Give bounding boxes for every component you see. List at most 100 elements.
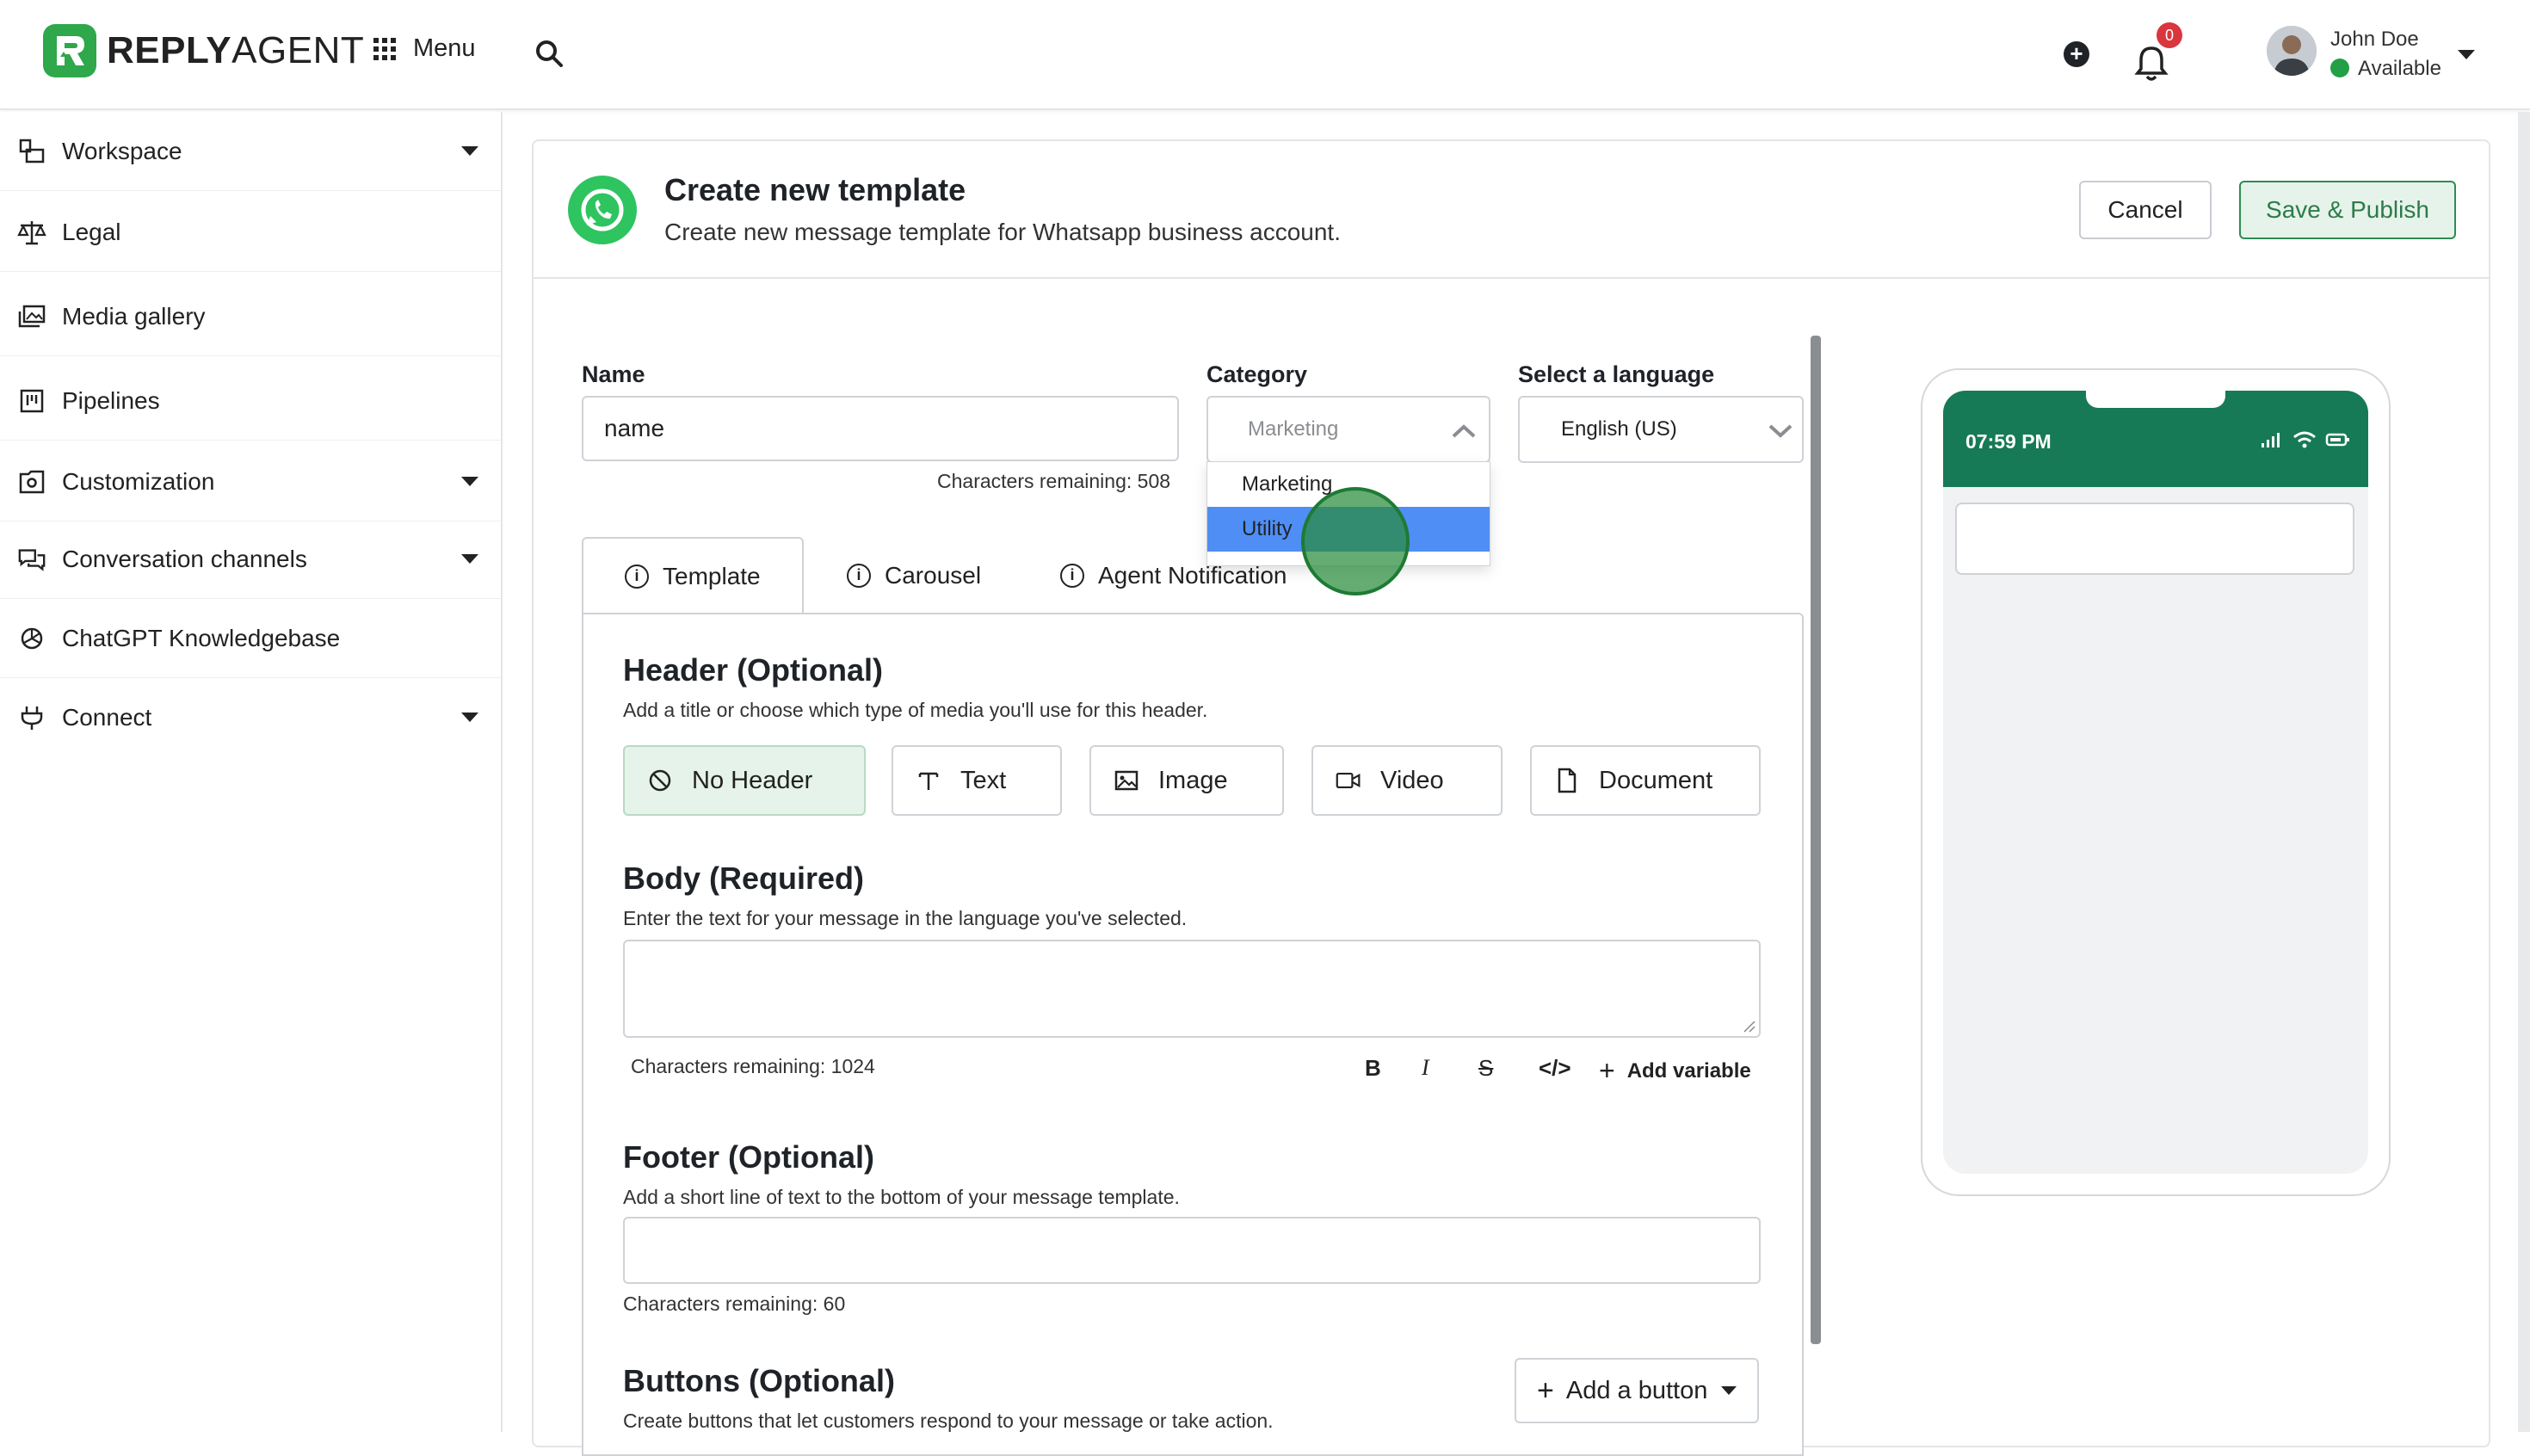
add-variable-label: Add variable xyxy=(1626,1058,1751,1083)
header-section-title: Header (Optional) xyxy=(623,652,884,688)
search-icon[interactable] xyxy=(534,38,568,72)
phone-time: 07:59 PM xyxy=(1965,430,2052,453)
plus-icon: + xyxy=(1537,1373,1554,1407)
menu-button[interactable]: Menu xyxy=(373,34,476,63)
phone-preview: 07:59 PM xyxy=(1921,368,2391,1196)
sidebar-item-label: Workspace xyxy=(62,137,182,164)
sidebar-item-label: Legal xyxy=(62,218,121,245)
cancel-button[interactable]: Cancel xyxy=(2079,181,2212,239)
page-subtitle: Create new message template for Whatsapp… xyxy=(664,219,1341,245)
text-header-button[interactable]: Text xyxy=(892,745,1062,816)
bold-icon[interactable]: B xyxy=(1365,1055,1381,1082)
code-icon[interactable]: </> xyxy=(1539,1055,1571,1082)
video-header-button[interactable]: Video xyxy=(1311,745,1503,816)
language-select-value: English (US) xyxy=(1561,417,1677,441)
video-icon xyxy=(1336,768,1361,793)
image-header-button[interactable]: Image xyxy=(1089,745,1284,816)
category-select-value: Marketing xyxy=(1248,417,1339,441)
user-name: John Doe xyxy=(2330,28,2419,51)
image-icon xyxy=(1114,768,1139,793)
tab-label: Carousel xyxy=(885,562,982,589)
phone-status-icons xyxy=(2260,430,2351,449)
phone-notch xyxy=(2086,391,2225,408)
name-label: Name xyxy=(582,361,645,387)
tab-label: Template xyxy=(663,563,761,589)
sidebar-item-pipelines[interactable]: Pipelines xyxy=(0,361,501,441)
category-select[interactable]: Marketing xyxy=(1206,396,1490,463)
tab-template[interactable]: i Template xyxy=(582,537,804,614)
top-bar: REPLYAGENT Menu + 0 John Doe Available xyxy=(0,0,2530,110)
page-scrollbar[interactable] xyxy=(2518,112,2530,1432)
save-publish-button[interactable]: Save & Publish xyxy=(2239,181,2456,239)
add-circle-icon[interactable]: + xyxy=(2064,41,2089,67)
battery-icon xyxy=(2325,433,2349,447)
name-input[interactable]: name xyxy=(582,396,1179,461)
add-button-dropdown[interactable]: + Add a button xyxy=(1515,1358,1759,1423)
document-header-button[interactable]: Document xyxy=(1530,745,1761,816)
info-icon: i xyxy=(625,565,649,589)
sidebar-item-customization[interactable]: Customization xyxy=(0,442,501,521)
italic-icon[interactable]: I xyxy=(1422,1055,1429,1081)
add-button-label: Add a button xyxy=(1565,1376,1708,1404)
sidebar-item-chatgpt-knowledgebase[interactable]: ChatGPT Knowledgebase xyxy=(0,599,501,678)
no-header-button[interactable]: No Header xyxy=(623,745,866,816)
sidebar: Workspace Legal Media gallery Pipelines … xyxy=(0,112,503,1432)
no-header-label: No Header xyxy=(692,766,813,794)
name-input-value: name xyxy=(604,415,665,441)
avatar[interactable] xyxy=(2267,26,2317,76)
strikethrough-icon[interactable]: S xyxy=(1478,1055,1493,1082)
wifi-icon xyxy=(2293,431,2316,448)
scale-icon xyxy=(17,218,46,247)
language-select[interactable]: English (US) xyxy=(1518,396,1804,463)
card-header: Create new template Create new message t… xyxy=(534,141,2489,279)
body-section-title: Body (Required) xyxy=(623,861,865,896)
buttons-section-subtitle: Create buttons that let customers respon… xyxy=(623,1410,1274,1432)
language-label: Select a language xyxy=(1518,361,1715,387)
workspace-icon xyxy=(17,137,46,166)
chevron-up-icon xyxy=(1452,424,1476,438)
scrollbar[interactable] xyxy=(1811,336,1821,1344)
phone-status-bar: 07:59 PM xyxy=(1943,391,2368,487)
sidebar-item-label: ChatGPT Knowledgebase xyxy=(62,624,341,651)
logo-icon xyxy=(43,24,96,77)
info-icon: i xyxy=(1060,564,1084,588)
footer-input[interactable] xyxy=(623,1217,1761,1284)
chevron-down-icon xyxy=(1768,424,1793,438)
gallery-icon xyxy=(17,302,46,331)
sidebar-item-connect[interactable]: Connect xyxy=(0,678,501,757)
body-textarea[interactable] xyxy=(623,940,1761,1038)
chevron-down-icon xyxy=(461,146,478,156)
footer-section-subtitle: Add a short line of text to the bottom o… xyxy=(623,1186,1180,1208)
logo-text: REPLYAGENT xyxy=(107,29,365,71)
sidebar-item-label: Conversation channels xyxy=(62,545,307,572)
phone-screen: 07:59 PM xyxy=(1943,391,2368,1174)
body-char-counter: Characters remaining: 1024 xyxy=(631,1055,875,1077)
grid-icon xyxy=(373,37,396,60)
resize-handle-icon[interactable] xyxy=(1742,1019,1756,1033)
whatsapp-icon xyxy=(568,176,637,244)
bell-icon[interactable] xyxy=(2134,45,2169,83)
image-header-label: Image xyxy=(1158,766,1228,794)
notification-badge: 0 xyxy=(2157,22,2182,48)
footer-char-counter: Characters remaining: 60 xyxy=(623,1293,846,1315)
caret-down-icon xyxy=(1721,1386,1737,1395)
chevron-down-icon xyxy=(461,554,478,564)
sidebar-item-legal[interactable]: Legal xyxy=(0,193,501,272)
openai-icon xyxy=(17,624,46,653)
video-header-label: Video xyxy=(1380,766,1444,794)
body-section-subtitle: Enter the text for your message in the l… xyxy=(623,907,1188,929)
signal-icon xyxy=(2262,433,2280,447)
ban-icon xyxy=(647,768,673,793)
customization-icon xyxy=(17,467,46,497)
header-section-subtitle: Add a title or choose which type of medi… xyxy=(623,699,1208,721)
add-variable-button[interactable]: + Add variable xyxy=(1599,1055,1751,1087)
plug-icon xyxy=(17,703,46,732)
sidebar-item-conversation-channels[interactable]: Conversation channels xyxy=(0,520,501,599)
sidebar-item-media-gallery[interactable]: Media gallery xyxy=(0,277,501,356)
chat-icon xyxy=(17,545,46,574)
sidebar-item-label: Media gallery xyxy=(62,302,206,330)
chevron-down-icon[interactable] xyxy=(2458,50,2475,59)
sidebar-item-workspace[interactable]: Workspace xyxy=(0,112,501,191)
logo[interactable]: REPLYAGENT xyxy=(43,24,364,77)
tab-carousel[interactable]: i Carousel xyxy=(847,537,981,614)
